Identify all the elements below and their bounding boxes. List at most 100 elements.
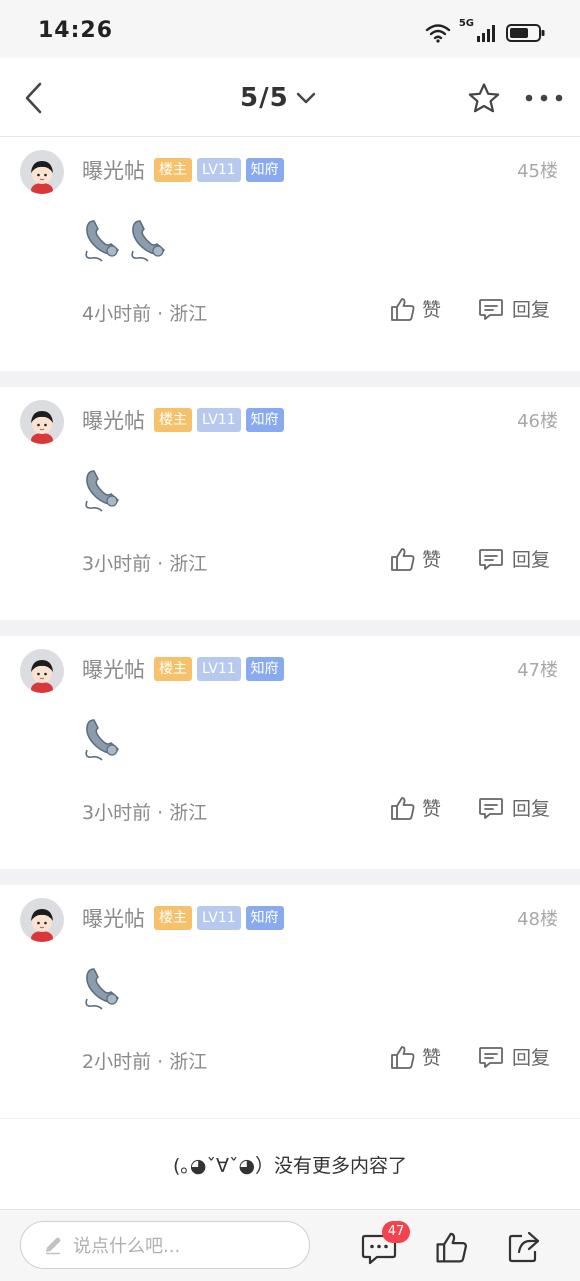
like-button[interactable]: 赞 xyxy=(390,1043,441,1070)
post-meta: 3小时前 · 浙江 xyxy=(82,549,207,576)
avatar[interactable] xyxy=(20,898,64,942)
post-location: 浙江 xyxy=(169,802,208,824)
floor-number: 47楼 xyxy=(517,660,558,681)
phone-emoji-icon xyxy=(85,470,119,512)
post-content xyxy=(82,965,124,1015)
username[interactable]: 曝光帖 xyxy=(82,903,145,933)
author-row: 曝光帖 楼主 LV11 知府 xyxy=(82,155,284,185)
share-icon xyxy=(508,1231,540,1263)
star-icon xyxy=(468,83,500,113)
wifi-icon xyxy=(425,24,451,43)
post-item: 曝光帖 楼主 LV11 知府 47楼 3小时前 · 浙江 赞 回复 xyxy=(0,636,580,869)
thumbs-up-icon xyxy=(391,297,415,321)
meta-separator: · xyxy=(151,802,170,824)
like-label: 赞 xyxy=(422,1047,442,1069)
owner-badge: 楼主 xyxy=(154,906,192,930)
reply-label: 回复 xyxy=(512,549,551,571)
no-more-content-text: (｡◕ˇ∀ˇ◕）没有更多内容了 xyxy=(172,1155,408,1177)
post-time: 4小时前 xyxy=(82,303,152,325)
page-indicator-text: 5/5 xyxy=(240,83,289,113)
reply-label: 回复 xyxy=(512,798,551,820)
phone-emoji-icon xyxy=(85,719,119,761)
floor-number: 48楼 xyxy=(517,909,558,930)
nav-bar: 5/5 xyxy=(0,58,580,137)
level-badge: LV11 xyxy=(197,408,241,432)
comment-count-badge: 47 xyxy=(382,1221,410,1243)
reply-label: 回复 xyxy=(512,299,551,321)
post-time: 3小时前 xyxy=(82,802,152,824)
reply-label: 回复 xyxy=(512,1047,551,1069)
status-icons: 5G xyxy=(425,18,546,46)
thumbs-up-icon xyxy=(391,547,415,571)
page-selector[interactable]: 5/5 xyxy=(240,78,317,118)
phone-emoji-icon xyxy=(131,220,165,262)
post-content xyxy=(82,467,124,517)
reply-button[interactable]: 回复 xyxy=(478,295,550,322)
username[interactable]: 曝光帖 xyxy=(82,405,145,435)
avatar[interactable] xyxy=(20,400,64,444)
post-item: 曝光帖 楼主 LV11 知府 48楼 2小时前 · 浙江 赞 回复 xyxy=(0,885,580,1118)
share-button[interactable] xyxy=(504,1227,544,1267)
more-dots-icon xyxy=(525,94,563,102)
comment-input[interactable]: 说点什么吧... xyxy=(20,1221,310,1269)
avatar[interactable] xyxy=(20,649,64,693)
meta-separator: · xyxy=(151,303,170,325)
end-of-list: (｡◕ˇ∀ˇ◕）没有更多内容了 xyxy=(0,1119,580,1209)
post-meta: 2小时前 · 浙江 xyxy=(82,1047,207,1074)
rank-badge: 知府 xyxy=(245,158,284,182)
post-content xyxy=(82,716,124,766)
comments-button[interactable]: 47 xyxy=(360,1221,410,1267)
post-meta: 4小时前 · 浙江 xyxy=(82,299,207,326)
like-label: 赞 xyxy=(422,549,442,571)
username[interactable]: 曝光帖 xyxy=(82,155,145,185)
author-row: 曝光帖 楼主 LV11 知府 xyxy=(82,654,284,684)
post-content xyxy=(82,217,170,267)
chevron-down-icon xyxy=(296,92,315,104)
meta-separator: · xyxy=(151,553,170,575)
thumbs-up-icon xyxy=(391,1045,415,1069)
like-label: 赞 xyxy=(422,798,442,820)
post-item: 曝光帖 楼主 LV11 知府 46楼 3小时前 · 浙江 赞 回复 xyxy=(0,387,580,620)
post-location: 浙江 xyxy=(169,303,208,325)
author-row: 曝光帖 楼主 LV11 知府 xyxy=(82,903,284,933)
avatar[interactable] xyxy=(20,150,64,194)
author-row: 曝光帖 楼主 LV11 知府 xyxy=(82,405,284,435)
avatar-icon xyxy=(31,660,53,693)
avatar-icon xyxy=(31,161,53,194)
post-location: 浙江 xyxy=(169,553,208,575)
post-item: 曝光帖 楼主 LV11 知府 45楼 4小时前 · 浙江 赞 回复 xyxy=(0,137,580,371)
post-like-button[interactable] xyxy=(432,1227,472,1267)
floor-number: 46楼 xyxy=(517,411,558,432)
bottom-bar: 说点什么吧... 47 xyxy=(0,1209,580,1281)
avatar-icon xyxy=(31,909,53,942)
like-button[interactable]: 赞 xyxy=(390,545,441,572)
back-button[interactable] xyxy=(12,76,56,120)
level-badge: LV11 xyxy=(197,657,241,681)
owner-badge: 楼主 xyxy=(154,408,192,432)
phone-emoji-icon xyxy=(85,220,119,262)
rank-badge: 知府 xyxy=(245,657,284,681)
rank-badge: 知府 xyxy=(245,906,284,930)
thumbs-up-icon xyxy=(391,796,415,820)
comment-icon xyxy=(479,548,503,570)
reply-button[interactable]: 回复 xyxy=(478,1043,550,1070)
owner-badge: 楼主 xyxy=(154,657,192,681)
status-bar: 14:26 5G xyxy=(0,0,580,58)
more-button[interactable] xyxy=(520,76,568,120)
network-label: 5G xyxy=(458,18,474,29)
comment-icon xyxy=(479,1046,503,1068)
level-badge: LV11 xyxy=(197,158,241,182)
comment-icon xyxy=(479,797,503,819)
reply-button[interactable]: 回复 xyxy=(478,794,550,821)
username[interactable]: 曝光帖 xyxy=(82,654,145,684)
chevron-left-icon xyxy=(25,82,42,114)
like-button[interactable]: 赞 xyxy=(390,295,441,322)
signal-icon xyxy=(477,25,495,42)
favorite-button[interactable] xyxy=(462,76,506,120)
avatar-icon xyxy=(31,411,53,444)
like-label: 赞 xyxy=(422,299,442,321)
comment-icon xyxy=(479,298,503,320)
post-time: 3小时前 xyxy=(82,553,152,575)
like-button[interactable]: 赞 xyxy=(390,794,441,821)
reply-button[interactable]: 回复 xyxy=(478,545,550,572)
